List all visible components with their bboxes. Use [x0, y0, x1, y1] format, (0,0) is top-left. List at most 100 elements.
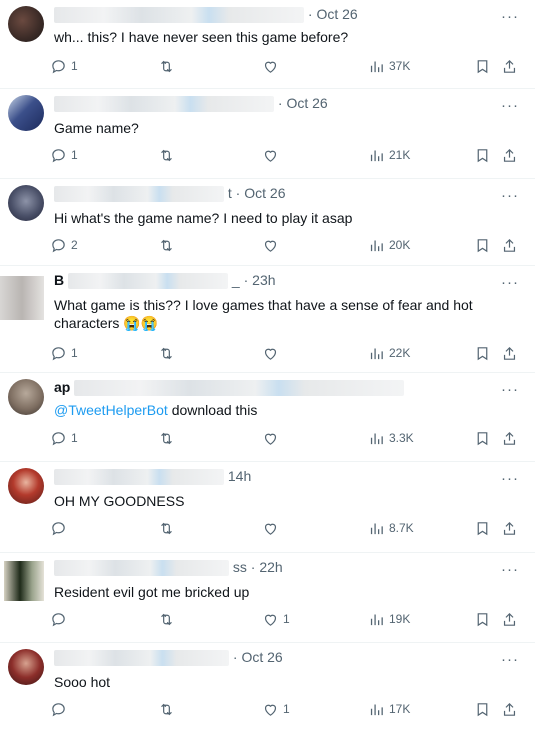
timestamp[interactable]: Oct 26 [316, 6, 357, 22]
repost-button[interactable] [158, 342, 175, 364]
like-button[interactable] [262, 234, 279, 256]
views-button[interactable]: 19K [368, 608, 410, 630]
bookmark-button[interactable] [474, 55, 491, 77]
timestamp[interactable]: 14h [228, 468, 251, 484]
avatar[interactable] [4, 561, 44, 601]
timestamp[interactable]: 23h [252, 272, 275, 288]
reply-button[interactable] [50, 517, 71, 539]
repost-button[interactable] [158, 144, 175, 166]
repost-button[interactable] [158, 427, 175, 449]
author-name-redacted[interactable] [54, 186, 224, 203]
reply-button[interactable]: 1 [50, 55, 78, 77]
author-name-redacted[interactable] [54, 469, 224, 486]
reply-count: 1 [71, 346, 78, 360]
author-name-redacted[interactable] [54, 96, 274, 113]
reply-button[interactable]: 2 [50, 234, 78, 256]
share-button[interactable] [501, 698, 518, 720]
bookmark-button[interactable] [474, 234, 491, 256]
mention-link[interactable]: @TweetHelperBot [54, 402, 168, 418]
share-icon [503, 346, 516, 360]
repost-button[interactable] [158, 234, 175, 256]
reply-item[interactable]: t · Oct 26 ··· Hi what's the game name? … [0, 179, 535, 266]
repost-button[interactable] [158, 698, 175, 720]
avatar[interactable] [0, 276, 44, 320]
share-icon [503, 702, 516, 716]
avatar[interactable] [8, 185, 44, 221]
bookmark-button[interactable] [474, 608, 491, 630]
reply-item[interactable]: · Oct 26 ··· Sooo hot 1 17K [0, 643, 535, 733]
handle-fragment: ss [232, 559, 247, 575]
share-button[interactable] [501, 55, 518, 77]
more-options-button[interactable]: ··· [501, 274, 519, 291]
timestamp[interactable]: 22h [259, 559, 282, 575]
handle-fragment: _ [231, 272, 240, 288]
views-button[interactable]: 20K [368, 234, 410, 256]
share-button[interactable] [501, 234, 518, 256]
share-button[interactable] [501, 427, 518, 449]
views-button[interactable]: 22K [368, 342, 410, 364]
avatar[interactable] [8, 468, 44, 504]
reply-text: What game is this?? I love games that ha… [54, 297, 473, 331]
more-options-button[interactable]: ··· [501, 651, 519, 668]
author-name-redacted[interactable] [68, 273, 229, 290]
like-button[interactable] [262, 342, 279, 364]
author-name[interactable]: B [54, 272, 64, 288]
like-button[interactable]: 1 [262, 698, 290, 720]
views-button[interactable]: 3.3K [368, 427, 414, 449]
avatar[interactable] [8, 95, 44, 131]
reply-item[interactable]: B _ · 23h ··· What game is this?? I love… [0, 266, 535, 373]
share-button[interactable] [501, 144, 518, 166]
views-count: 21K [389, 148, 411, 162]
more-options-button[interactable]: ··· [501, 8, 519, 25]
like-button[interactable] [262, 144, 279, 166]
bookmark-button[interactable] [474, 517, 491, 539]
reply-button[interactable] [50, 608, 71, 630]
share-button[interactable] [501, 608, 518, 630]
like-button[interactable] [262, 55, 279, 77]
views-count: 20K [389, 238, 411, 252]
more-options-button[interactable]: ··· [501, 381, 519, 398]
repost-button[interactable] [158, 608, 175, 630]
author-name-redacted[interactable] [54, 560, 229, 577]
reply-button[interactable]: 1 [50, 427, 78, 449]
reply-button[interactable] [50, 698, 71, 720]
avatar[interactable] [8, 649, 44, 685]
views-button[interactable]: 17K [368, 698, 410, 720]
author-name[interactable]: ap [54, 379, 70, 395]
timestamp[interactable]: Oct 26 [286, 95, 327, 111]
reply-item[interactable]: · Oct 26 ··· wh... this? I have never se… [0, 0, 535, 89]
timestamp[interactable]: Oct 26 [244, 185, 285, 201]
reply-button[interactable]: 1 [50, 342, 78, 364]
bookmark-button[interactable] [474, 427, 491, 449]
bookmark-button[interactable] [474, 342, 491, 364]
views-button[interactable]: 21K [368, 144, 410, 166]
more-options-button[interactable]: ··· [501, 561, 519, 578]
like-button[interactable] [262, 427, 279, 449]
bookmark-button[interactable] [474, 144, 491, 166]
reply-item[interactable]: ap ··· @TweetHelperBot download this 1 3… [0, 373, 535, 462]
repost-button[interactable] [158, 55, 175, 77]
reply-count: 1 [71, 148, 78, 162]
repost-button[interactable] [158, 517, 175, 539]
author-name-redacted[interactable] [54, 7, 304, 24]
views-button[interactable]: 37K [368, 55, 410, 77]
author-name-redacted[interactable] [54, 650, 229, 667]
share-button[interactable] [501, 342, 518, 364]
reply-count: 2 [71, 238, 78, 252]
reply-item[interactable]: · Oct 26 ··· Game name? 1 21K [0, 89, 535, 179]
more-options-button[interactable]: ··· [501, 97, 519, 114]
like-button[interactable]: 1 [262, 608, 290, 630]
reply-button[interactable]: 1 [50, 144, 78, 166]
avatar[interactable] [8, 6, 44, 42]
reply-item[interactable]: 14h ··· OH MY GOODNESS 8.7K [0, 462, 535, 553]
views-button[interactable]: 8.7K [368, 517, 414, 539]
more-options-button[interactable]: ··· [501, 470, 519, 487]
bookmark-button[interactable] [474, 698, 491, 720]
avatar[interactable] [8, 379, 44, 415]
like-button[interactable] [262, 517, 279, 539]
more-options-button[interactable]: ··· [501, 187, 519, 204]
reply-item[interactable]: ss · 22h ··· Resident evil got me bricke… [0, 553, 535, 643]
share-button[interactable] [501, 517, 518, 539]
author-name-redacted[interactable] [74, 380, 405, 397]
timestamp[interactable]: Oct 26 [241, 649, 282, 665]
